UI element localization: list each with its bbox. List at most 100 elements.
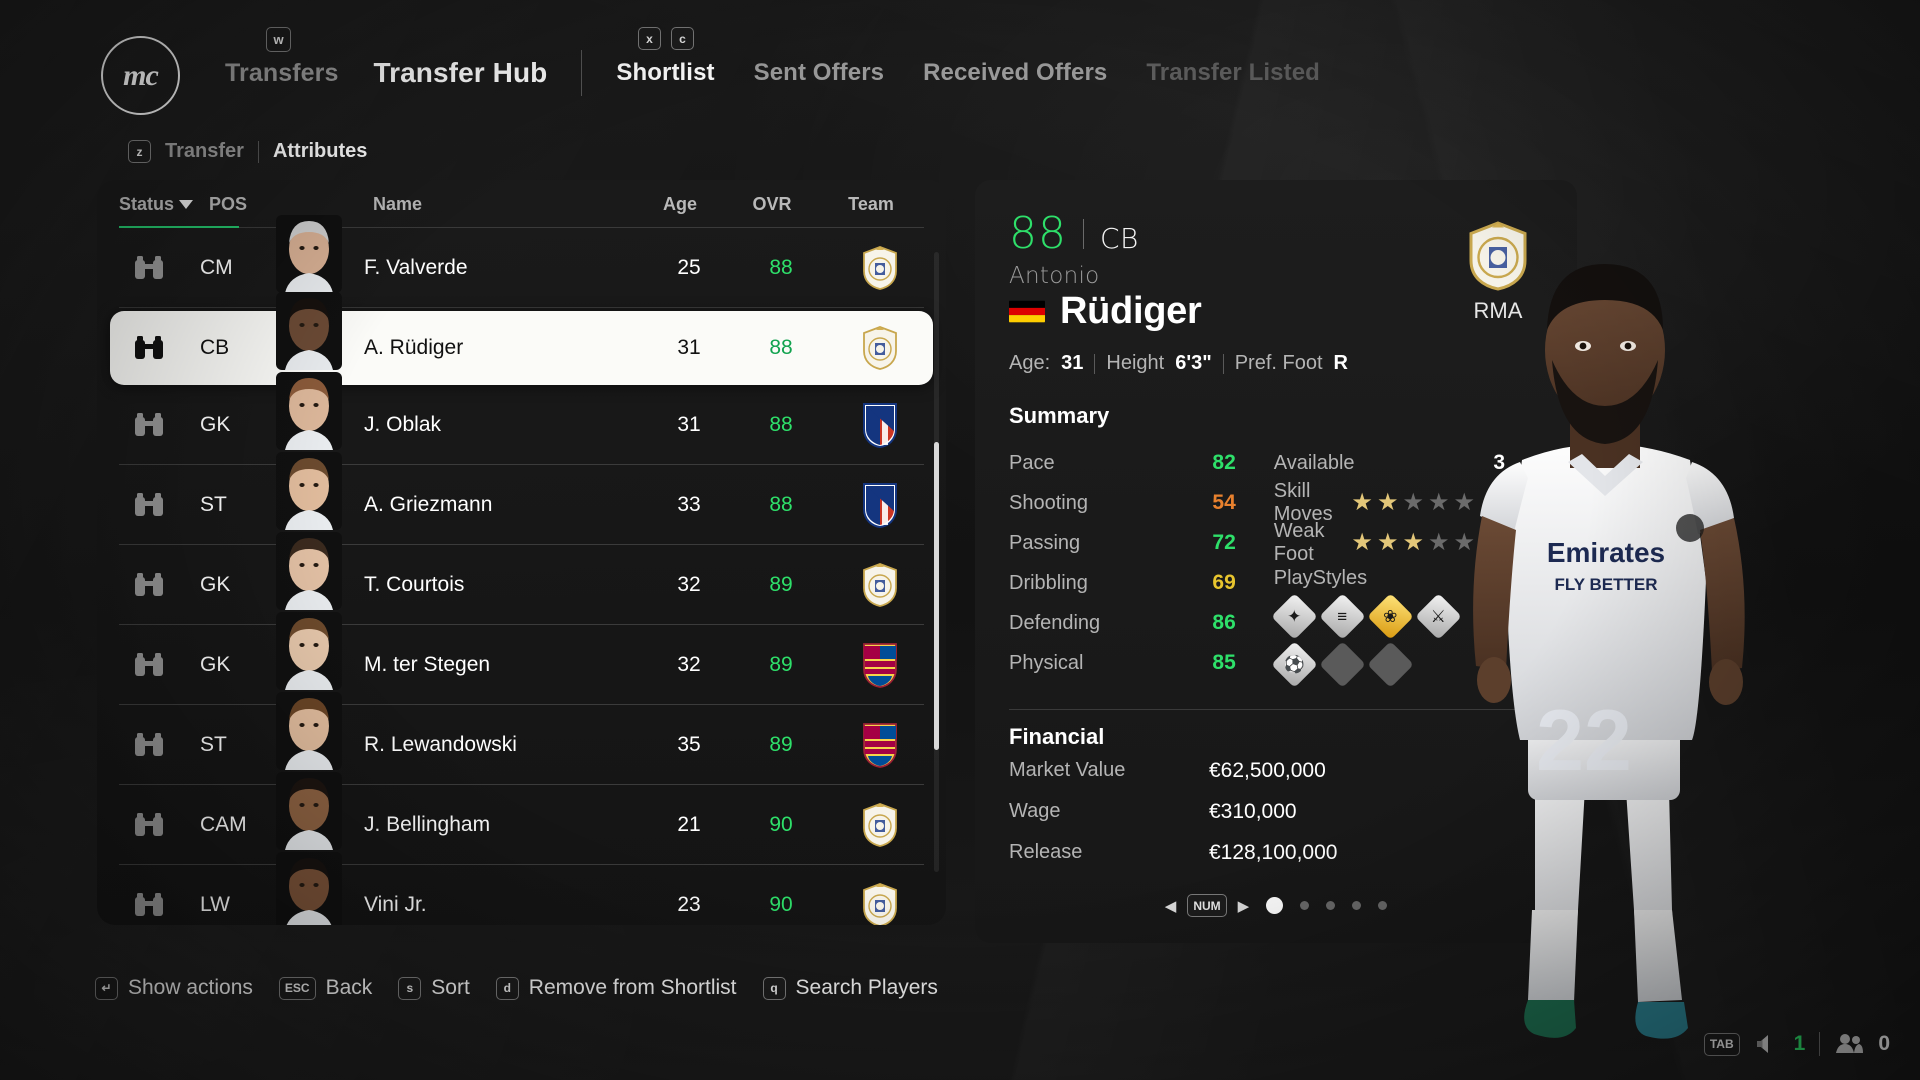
status-divider — [1819, 1032, 1821, 1056]
keycap-z[interactable]: z — [128, 140, 151, 163]
row-status-icon[interactable] — [110, 892, 188, 918]
row-team — [827, 244, 933, 292]
row-ovr: 88 — [769, 493, 793, 516]
attribute-label: Physical — [1009, 651, 1084, 674]
table-row-selected[interactable]: CB A. Rüdiger 31 88 — [110, 292, 933, 385]
row-team — [827, 801, 933, 849]
attribute-value: 69 — [1212, 571, 1236, 594]
action-back[interactable]: ESC Back — [278, 976, 373, 1000]
attribute-label: Defending — [1009, 611, 1101, 634]
playstyle-bruiser-icon: ≡ — [1318, 593, 1366, 640]
germany-flag-icon — [1009, 300, 1045, 323]
svg-text:FLY BETTER: FLY BETTER — [1555, 575, 1658, 594]
player-face — [276, 612, 342, 690]
table-row[interactable]: GK M. ter Stegen 32 89 — [110, 612, 933, 705]
row-status-icon[interactable] — [110, 492, 188, 518]
status-indicators: TAB 1 0 — [1703, 1032, 1890, 1056]
row-ovr: 89 — [769, 653, 793, 676]
shortlist-panel: Status POS Name Age OVR Team CM F. Valver… — [97, 180, 946, 925]
summary-attributes: Pace 82 Shooting 54 Passing 72 Dribbling 69 Defe… — [1009, 443, 1274, 685]
player-face — [276, 772, 342, 850]
detail-last-name: Rüdiger — [1060, 290, 1202, 332]
table-row[interactable]: ST R. Lewandowski 35 89 — [110, 692, 933, 785]
row-position: GK — [200, 413, 231, 436]
column-header-status[interactable]: Status — [119, 194, 197, 215]
row-status-icon[interactable] — [110, 335, 188, 361]
row-age: 31 — [677, 413, 701, 436]
subtab-attributes[interactable]: Attributes — [273, 140, 367, 163]
column-header-ovr[interactable]: OVR — [726, 194, 818, 215]
row-team — [827, 881, 933, 925]
hint-key-w[interactable]: w — [266, 27, 291, 52]
player-face — [276, 692, 342, 770]
row-position: ST — [200, 493, 227, 516]
pager-dot[interactable] — [1300, 901, 1310, 910]
bottom-action-bar: ↵ Show actions ESC Back s Sort d Remove from Sh… — [95, 976, 938, 1000]
playstyle-anticipate-icon: ⚽ — [1270, 641, 1318, 688]
crest-fc-barcelona-icon — [863, 723, 897, 768]
pager-prev-icon[interactable]: ◀ — [1165, 897, 1177, 915]
row-status-icon[interactable] — [110, 255, 188, 281]
row-status-icon[interactable] — [110, 412, 188, 438]
table-row[interactable]: GK T. Courtois 32 89 — [110, 532, 933, 625]
people-icon[interactable] — [1834, 1032, 1864, 1056]
row-status-icon[interactable] — [110, 812, 188, 838]
keycap-tab[interactable]: TAB — [1703, 1032, 1740, 1056]
hint-key-x[interactable]: x — [638, 27, 661, 50]
keycap-num[interactable]: NUM — [1187, 894, 1227, 917]
column-header-pos[interactable]: POS — [197, 194, 289, 215]
pager-dot[interactable] — [1326, 901, 1336, 910]
playstyle-aerial-icon: ✦ — [1270, 593, 1318, 640]
row-status-icon[interactable] — [110, 652, 188, 678]
header: mc w x c Transfers Transfer Hub Shortlis… — [0, 0, 1920, 163]
action-show-actions[interactable]: ↵ Show actions — [95, 976, 253, 1000]
crest-atletico-madrid-icon — [863, 483, 897, 529]
row-team — [827, 721, 933, 769]
pager-dot[interactable] — [1352, 901, 1362, 910]
action-search-players[interactable]: q Search Players — [762, 976, 938, 1000]
row-ovr: 88 — [769, 256, 793, 279]
header-tabs: Shortlist Sent Offers Received Offers Tr… — [616, 59, 1320, 87]
attribute-value: 54 — [1212, 491, 1236, 514]
table-row[interactable]: CAM J. Bellingham 21 90 — [110, 772, 933, 865]
star-filled-icon: ★ — [1351, 529, 1373, 556]
pager-next-icon[interactable]: ▶ — [1238, 897, 1250, 915]
pager-dot-active[interactable] — [1266, 897, 1284, 914]
row-status-icon[interactable] — [110, 572, 188, 598]
sort-descending-icon — [179, 199, 194, 209]
tab-sent-offers[interactable]: Sent Offers — [754, 59, 884, 87]
crest-atletico-madrid-icon — [863, 403, 897, 449]
hint-key-c[interactable]: c — [671, 27, 694, 50]
list-scrollbar-thumb[interactable] — [934, 442, 939, 750]
keycap: ↵ — [95, 976, 118, 1000]
action-remove-from-shortlist[interactable]: d Remove from Shortlist — [495, 976, 737, 1000]
column-header-name[interactable]: Name — [289, 194, 634, 215]
player-face — [276, 215, 342, 293]
attribute-row: Dribbling 69 — [1009, 563, 1274, 603]
list-header-row: Status POS Name Age OVR Team — [97, 180, 946, 228]
action-sort[interactable]: s Sort — [398, 976, 470, 1000]
attribute-label: Pace — [1009, 451, 1055, 474]
keycap: q — [762, 976, 786, 1000]
table-row[interactable]: ST A. Griezmann 33 88 — [110, 452, 933, 545]
tab-shortlist[interactable]: Shortlist — [616, 59, 714, 87]
action-label: Show actions — [128, 976, 253, 999]
speaker-icon[interactable] — [1754, 1032, 1780, 1056]
action-label: Back — [325, 976, 373, 999]
table-row[interactable]: GK J. Oblak 31 88 — [110, 372, 933, 465]
player-face — [276, 532, 342, 610]
column-header-team[interactable]: Team — [818, 194, 924, 215]
row-position: CAM — [200, 813, 247, 836]
row-age: 21 — [677, 813, 701, 836]
breadcrumb-transfers[interactable]: Transfers — [225, 59, 338, 88]
financial-value: €128,100,000 — [1209, 840, 1338, 864]
table-row[interactable]: LW Vini Jr. 23 90 — [110, 852, 933, 925]
table-row[interactable]: CM F. Valverde 25 88 — [110, 215, 933, 308]
keycap-w: w — [266, 27, 291, 52]
subtab-transfer[interactable]: Transfer — [165, 140, 244, 163]
row-name: A. Griezmann — [276, 452, 643, 530]
attribute-value: 85 — [1212, 651, 1236, 674]
row-status-icon[interactable] — [110, 732, 188, 758]
column-header-age[interactable]: Age — [634, 194, 726, 215]
tab-received-offers[interactable]: Received Offers — [923, 59, 1107, 87]
